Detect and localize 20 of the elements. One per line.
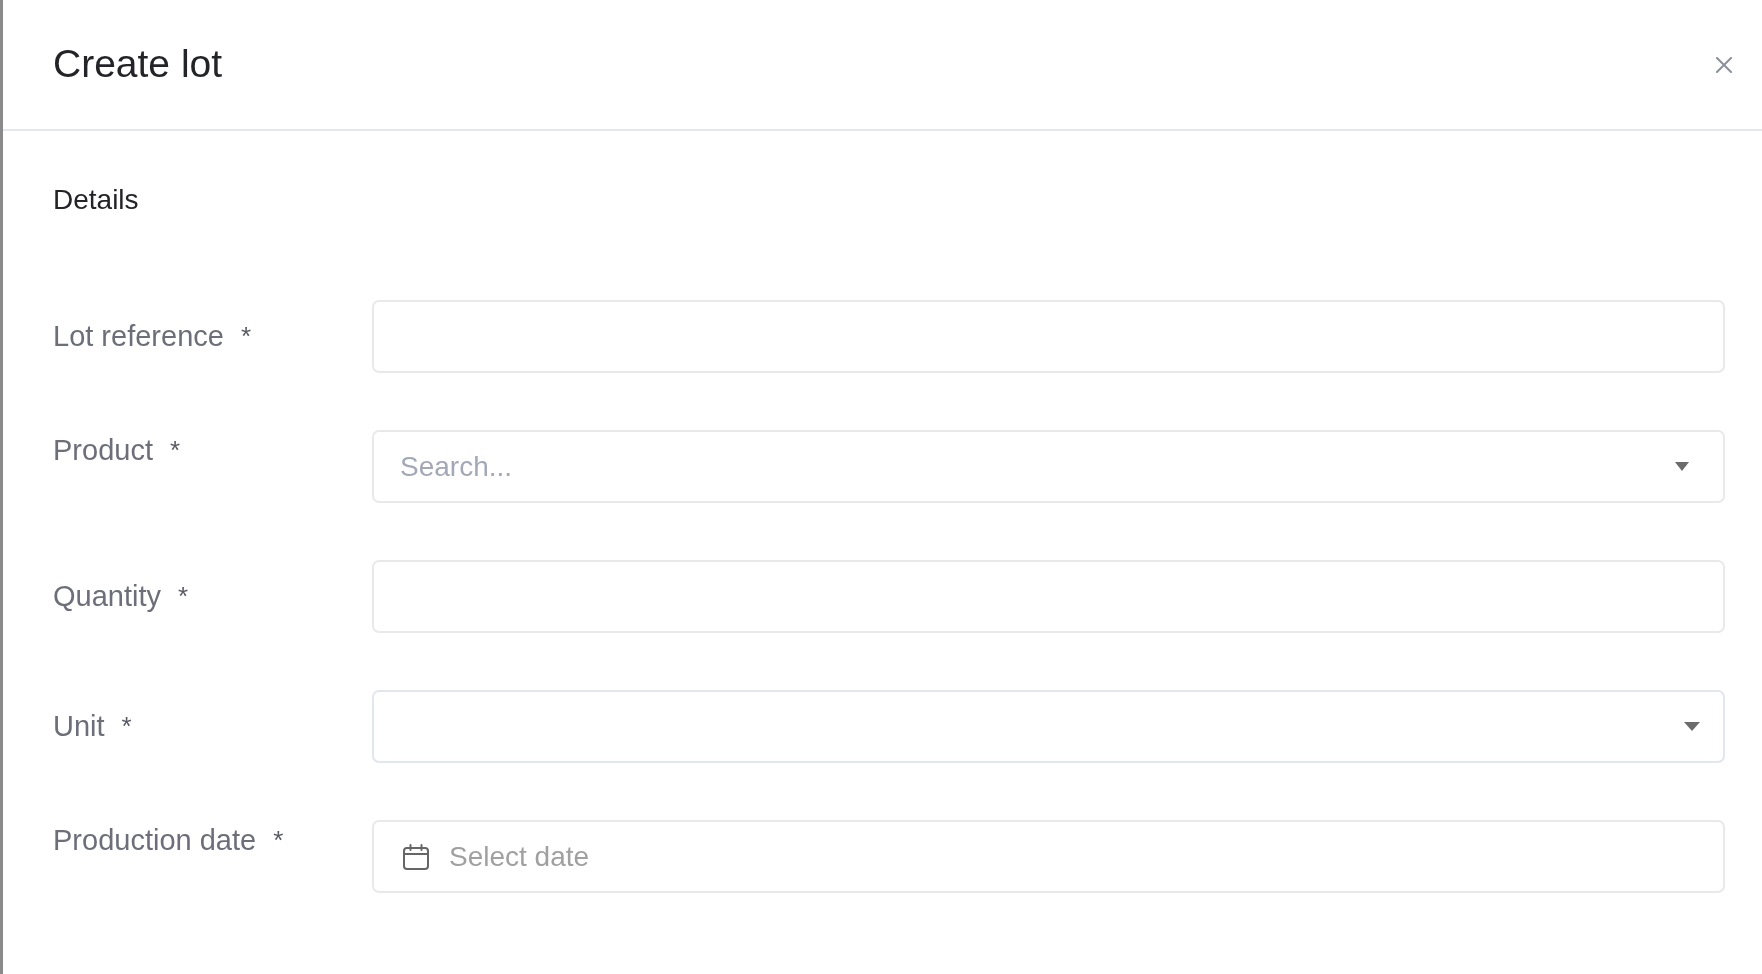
field-label: Product <box>53 433 153 468</box>
required-asterisk: * <box>273 824 284 857</box>
close-button[interactable] <box>1716 56 1732 73</box>
calendar-icon <box>403 843 429 870</box>
required-asterisk: * <box>178 580 189 613</box>
field-label: Unit <box>53 709 105 744</box>
section-heading: Details <box>53 183 139 217</box>
dialog-title: Create lot <box>53 41 223 88</box>
required-asterisk: * <box>169 434 181 467</box>
required-asterisk: * <box>121 710 132 743</box>
field-label: Lot reference <box>53 319 224 354</box>
date-field[interactable]: Select date <box>372 820 1725 893</box>
required-asterisk: * <box>240 320 251 353</box>
caret-icon <box>1684 722 1700 731</box>
search-dropdown-field[interactable]: Search... <box>372 430 1725 503</box>
field-label: Quantity <box>53 579 161 614</box>
dropdown-field[interactable] <box>372 690 1725 763</box>
close-icon <box>1716 56 1732 73</box>
field-label: Production date <box>53 823 257 858</box>
caret-icon <box>1675 462 1689 471</box>
